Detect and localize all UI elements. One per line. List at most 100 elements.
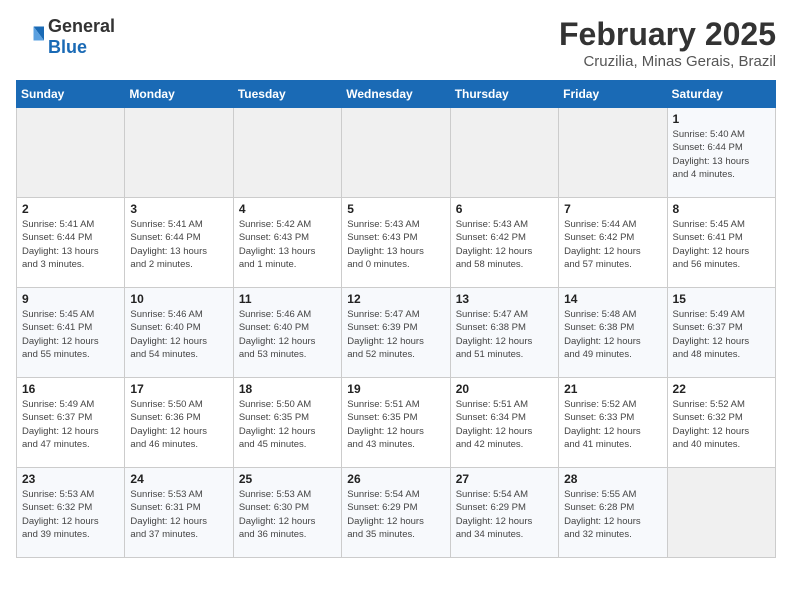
day-number: 27 bbox=[456, 472, 553, 486]
day-info: Sunrise: 5:41 AM Sunset: 6:44 PM Dayligh… bbox=[130, 218, 227, 271]
day-number: 23 bbox=[22, 472, 119, 486]
calendar-cell: 15 Sunrise: 5:49 AM Sunset: 6:37 PM Dayli… bbox=[667, 288, 775, 378]
logo-icon bbox=[16, 23, 44, 51]
day-number: 22 bbox=[673, 382, 770, 396]
day-number: 1 bbox=[673, 112, 770, 126]
calendar-cell: 17Sunrise: 5:50 AM Sunset: 6:36 PM Dayli… bbox=[125, 378, 233, 468]
calendar-cell: 20 Sunrise: 5:51 AM Sunset: 6:34 PM Dayli… bbox=[450, 378, 558, 468]
day-number: 7 bbox=[564, 202, 661, 216]
day-number: 15 bbox=[673, 292, 770, 306]
day-info: Sunrise: 5:52 AM Sunset: 6:32 PM Dayligh… bbox=[673, 398, 770, 451]
calendar-cell: 9 Sunrise: 5:45 AM Sunset: 6:41 PM Daylig… bbox=[17, 288, 125, 378]
day-number: 25 bbox=[239, 472, 336, 486]
day-info: Sunrise: 5:42 AM Sunset: 6:43 PM Dayligh… bbox=[239, 218, 336, 271]
calendar-cell: 27 Sunrise: 5:54 AM Sunset: 6:29 PM Dayli… bbox=[450, 468, 558, 558]
day-info: Sunrise: 5:52 AM Sunset: 6:33 PM Dayligh… bbox=[564, 398, 661, 451]
day-info: Sunrise: 5:45 AM Sunset: 6:41 PM Dayligh… bbox=[22, 308, 119, 361]
weekday-header: Monday bbox=[125, 81, 233, 108]
weekday-header: Wednesday bbox=[342, 81, 450, 108]
calendar-week-row: 1 Sunrise: 5:40 AM Sunset: 6:44 PM Daylig… bbox=[17, 108, 776, 198]
weekday-header: Sunday bbox=[17, 81, 125, 108]
day-info: Sunrise: 5:49 AM Sunset: 6:37 PM Dayligh… bbox=[673, 308, 770, 361]
calendar-cell bbox=[342, 108, 450, 198]
day-number: 13 bbox=[456, 292, 553, 306]
day-info: Sunrise: 5:48 AM Sunset: 6:38 PM Dayligh… bbox=[564, 308, 661, 361]
day-info: Sunrise: 5:44 AM Sunset: 6:42 PM Dayligh… bbox=[564, 218, 661, 271]
calendar-cell bbox=[125, 108, 233, 198]
calendar-table: SundayMondayTuesdayWednesdayThursdayFrid… bbox=[16, 80, 776, 558]
day-info: Sunrise: 5:40 AM Sunset: 6:44 PM Dayligh… bbox=[673, 128, 770, 181]
day-info: Sunrise: 5:47 AM Sunset: 6:38 PM Dayligh… bbox=[456, 308, 553, 361]
day-number: 5 bbox=[347, 202, 444, 216]
day-number: 26 bbox=[347, 472, 444, 486]
calendar-cell: 19 Sunrise: 5:51 AM Sunset: 6:35 PM Dayli… bbox=[342, 378, 450, 468]
day-info: Sunrise: 5:50 AM Sunset: 6:35 PM Dayligh… bbox=[239, 398, 336, 451]
day-info: Sunrise: 5:47 AM Sunset: 6:39 PM Dayligh… bbox=[347, 308, 444, 361]
calendar-cell: 16 Sunrise: 5:49 AM Sunset: 6:37 PM Dayli… bbox=[17, 378, 125, 468]
calendar-cell: 11Sunrise: 5:46 AM Sunset: 6:40 PM Dayli… bbox=[233, 288, 341, 378]
calendar-cell bbox=[17, 108, 125, 198]
calendar-cell: 26 Sunrise: 5:54 AM Sunset: 6:29 PM Dayli… bbox=[342, 468, 450, 558]
calendar-cell: 23 Sunrise: 5:53 AM Sunset: 6:32 PM Dayli… bbox=[17, 468, 125, 558]
calendar-week-row: 2Sunrise: 5:41 AM Sunset: 6:44 PM Daylig… bbox=[17, 198, 776, 288]
calendar-cell: 13 Sunrise: 5:47 AM Sunset: 6:38 PM Dayli… bbox=[450, 288, 558, 378]
calendar-cell: 2Sunrise: 5:41 AM Sunset: 6:44 PM Daylig… bbox=[17, 198, 125, 288]
weekday-header: Thursday bbox=[450, 81, 558, 108]
day-number: 8 bbox=[673, 202, 770, 216]
day-number: 4 bbox=[239, 202, 336, 216]
calendar-cell: 25 Sunrise: 5:53 AM Sunset: 6:30 PM Dayli… bbox=[233, 468, 341, 558]
calendar-cell: 4 Sunrise: 5:42 AM Sunset: 6:43 PM Daylig… bbox=[233, 198, 341, 288]
day-info: Sunrise: 5:46 AM Sunset: 6:40 PM Dayligh… bbox=[130, 308, 227, 361]
logo: General Blue bbox=[16, 16, 115, 58]
day-info: Sunrise: 5:53 AM Sunset: 6:31 PM Dayligh… bbox=[130, 488, 227, 541]
month-title: February 2025 bbox=[559, 16, 776, 53]
calendar-cell bbox=[559, 108, 667, 198]
day-info: Sunrise: 5:49 AM Sunset: 6:37 PM Dayligh… bbox=[22, 398, 119, 451]
day-info: Sunrise: 5:54 AM Sunset: 6:29 PM Dayligh… bbox=[347, 488, 444, 541]
day-info: Sunrise: 5:45 AM Sunset: 6:41 PM Dayligh… bbox=[673, 218, 770, 271]
day-number: 19 bbox=[347, 382, 444, 396]
day-info: Sunrise: 5:50 AM Sunset: 6:36 PM Dayligh… bbox=[130, 398, 227, 451]
day-number: 20 bbox=[456, 382, 553, 396]
day-info: Sunrise: 5:55 AM Sunset: 6:28 PM Dayligh… bbox=[564, 488, 661, 541]
calendar-cell: 3 Sunrise: 5:41 AM Sunset: 6:44 PM Daylig… bbox=[125, 198, 233, 288]
calendar-cell: 22 Sunrise: 5:52 AM Sunset: 6:32 PM Dayli… bbox=[667, 378, 775, 468]
day-number: 11 bbox=[239, 292, 336, 306]
calendar-week-row: 23 Sunrise: 5:53 AM Sunset: 6:32 PM Dayli… bbox=[17, 468, 776, 558]
logo-general: General bbox=[48, 16, 115, 36]
day-number: 21 bbox=[564, 382, 661, 396]
calendar-cell: 24Sunrise: 5:53 AM Sunset: 6:31 PM Dayli… bbox=[125, 468, 233, 558]
logo-blue: Blue bbox=[48, 37, 87, 57]
day-number: 10 bbox=[130, 292, 227, 306]
day-info: Sunrise: 5:54 AM Sunset: 6:29 PM Dayligh… bbox=[456, 488, 553, 541]
calendar-cell: 6 Sunrise: 5:43 AM Sunset: 6:42 PM Daylig… bbox=[450, 198, 558, 288]
calendar-cell: 5 Sunrise: 5:43 AM Sunset: 6:43 PM Daylig… bbox=[342, 198, 450, 288]
day-info: Sunrise: 5:43 AM Sunset: 6:43 PM Dayligh… bbox=[347, 218, 444, 271]
day-info: Sunrise: 5:51 AM Sunset: 6:34 PM Dayligh… bbox=[456, 398, 553, 451]
day-info: Sunrise: 5:53 AM Sunset: 6:32 PM Dayligh… bbox=[22, 488, 119, 541]
calendar-cell: 14 Sunrise: 5:48 AM Sunset: 6:38 PM Dayli… bbox=[559, 288, 667, 378]
day-info: Sunrise: 5:53 AM Sunset: 6:30 PM Dayligh… bbox=[239, 488, 336, 541]
calendar-cell: 10 Sunrise: 5:46 AM Sunset: 6:40 PM Dayli… bbox=[125, 288, 233, 378]
calendar-cell bbox=[450, 108, 558, 198]
day-info: Sunrise: 5:43 AM Sunset: 6:42 PM Dayligh… bbox=[456, 218, 553, 271]
calendar-week-row: 9 Sunrise: 5:45 AM Sunset: 6:41 PM Daylig… bbox=[17, 288, 776, 378]
day-number: 9 bbox=[22, 292, 119, 306]
page-header: General Blue February 2025 Cruzilia, Min… bbox=[16, 16, 776, 70]
day-number: 14 bbox=[564, 292, 661, 306]
weekday-header: Tuesday bbox=[233, 81, 341, 108]
weekday-header-row: SundayMondayTuesdayWednesdayThursdayFrid… bbox=[17, 81, 776, 108]
day-number: 16 bbox=[22, 382, 119, 396]
calendar-cell: 8 Sunrise: 5:45 AM Sunset: 6:41 PM Daylig… bbox=[667, 198, 775, 288]
calendar-cell: 21 Sunrise: 5:52 AM Sunset: 6:33 PM Dayli… bbox=[559, 378, 667, 468]
calendar-cell: 28Sunrise: 5:55 AM Sunset: 6:28 PM Dayli… bbox=[559, 468, 667, 558]
day-number: 6 bbox=[456, 202, 553, 216]
calendar-week-row: 16 Sunrise: 5:49 AM Sunset: 6:37 PM Dayli… bbox=[17, 378, 776, 468]
day-number: 12 bbox=[347, 292, 444, 306]
day-number: 3 bbox=[130, 202, 227, 216]
location: Cruzilia, Minas Gerais, Brazil bbox=[559, 53, 776, 70]
day-number: 18 bbox=[239, 382, 336, 396]
weekday-header: Saturday bbox=[667, 81, 775, 108]
day-info: Sunrise: 5:51 AM Sunset: 6:35 PM Dayligh… bbox=[347, 398, 444, 451]
weekday-header: Friday bbox=[559, 81, 667, 108]
